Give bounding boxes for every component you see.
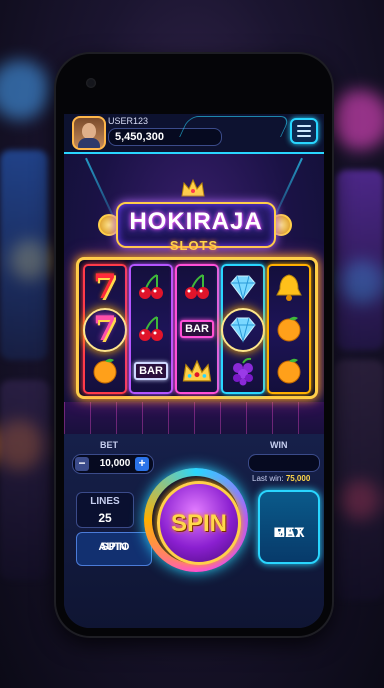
game-screen: USER123 5,450,300 HOKIRAJA SLOTS 7 7 BAR… — [64, 114, 324, 628]
auto-spin-button[interactable]: AUTO SPIN — [76, 532, 152, 566]
logo-subtitle: SLOTS — [169, 238, 219, 253]
phone-frame: USER123 5,450,300 HOKIRAJA SLOTS 7 7 BAR… — [56, 54, 332, 636]
diamond-icon — [225, 310, 261, 348]
spin-button[interactable]: SPIN — [157, 481, 241, 565]
reel-1: 7 7 — [83, 264, 127, 394]
menu-button[interactable] — [290, 118, 318, 144]
symbol-seven: 7 — [93, 309, 117, 349]
bet-increase-button[interactable]: + — [135, 457, 149, 471]
reel-4 — [221, 264, 265, 394]
control-panel: BET − 10,000 + WIN Last win: 75,000 LINE… — [64, 434, 324, 628]
top-bar: USER123 5,450,300 — [64, 114, 324, 154]
bet-stepper: − 10,000 + — [72, 454, 154, 474]
grapes-icon — [225, 352, 261, 390]
symbol-seven: 7 — [93, 267, 117, 307]
diamond-icon — [225, 268, 261, 306]
lines-selector[interactable]: LINES 25 — [76, 492, 134, 528]
header-decoration — [179, 116, 291, 137]
avatar[interactable] — [72, 116, 106, 150]
lines-label: LINES — [90, 496, 120, 507]
orange-icon — [271, 310, 307, 348]
camera-icon — [86, 78, 96, 88]
orange-icon — [271, 352, 307, 390]
reel-3: BAR — [175, 264, 219, 394]
slot-stage: HOKIRAJA SLOTS 7 7 BAR BAR — [64, 154, 324, 454]
crown-icon — [179, 352, 215, 390]
symbol-bar: BAR — [179, 310, 215, 348]
lines-value: 25 — [98, 511, 112, 525]
orange-icon — [87, 352, 123, 390]
bet-label: BET — [100, 440, 118, 450]
cherries-icon — [133, 310, 169, 348]
spin-label: SPIN — [170, 510, 227, 537]
last-win-value: 75,000 — [285, 474, 311, 483]
balance-value: 5,450,300 — [115, 131, 164, 143]
win-display — [248, 454, 320, 472]
bet-value: 10,000 — [99, 458, 131, 469]
reel-5 — [267, 264, 311, 394]
reel-2: BAR — [129, 264, 173, 394]
bet-decrease-button[interactable]: − — [75, 457, 89, 471]
win-label: WIN — [270, 440, 288, 450]
bell-icon — [271, 268, 307, 306]
logo-title: HOKIRAJA — [129, 208, 263, 235]
reels-frame: 7 7 BAR BAR — [76, 257, 318, 399]
symbol-bar: BAR — [133, 352, 169, 390]
last-win: Last win: 75,000 — [252, 474, 311, 483]
cherries-icon — [179, 268, 215, 306]
cherries-icon — [133, 268, 169, 306]
max-bet-button[interactable]: MAX BET — [258, 490, 320, 564]
crown-icon — [181, 178, 205, 197]
username: USER123 — [108, 116, 149, 126]
spin-ring: SPIN — [144, 468, 248, 572]
